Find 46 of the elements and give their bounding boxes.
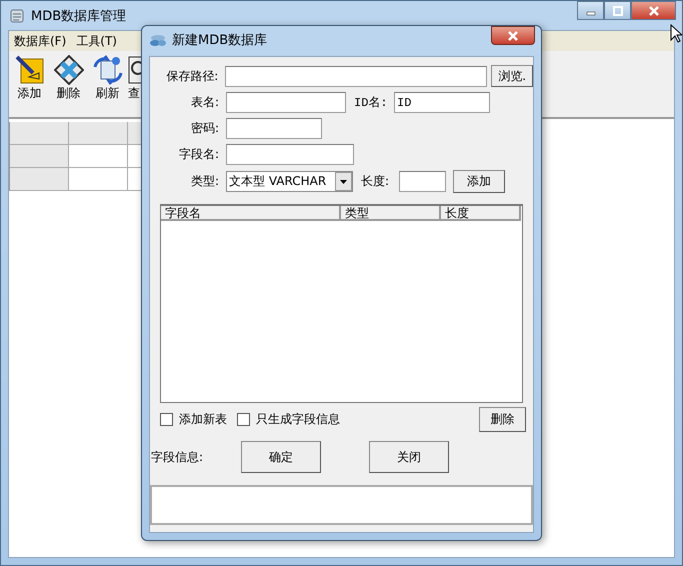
menu-item[interactable]: 数据库(F) (12, 32, 68, 50)
column-header[interactable]: 字段名 (161, 206, 341, 221)
delete-button[interactable]: 删除 (479, 407, 526, 432)
dialog-title: 新建MDB数据库 (172, 32, 268, 48)
input-field[interactable] (226, 92, 346, 113)
toolbar-button[interactable]: 删除 (50, 55, 87, 102)
minimize-button[interactable] (577, 1, 604, 20)
checkbox[interactable]: 只生成字段信息 (237, 411, 340, 428)
close-button[interactable] (491, 26, 535, 45)
close-button[interactable]: 关闭 (369, 441, 450, 473)
field-label: 类型: (190, 173, 219, 190)
diamond-icon (54, 55, 84, 85)
type-dropdown[interactable]: 文本型 VARCHAR (226, 171, 353, 192)
window-title: MDB数据库管理 (31, 8, 126, 24)
maximize-icon (612, 6, 622, 16)
field-label: 字段信息: (150, 448, 204, 466)
input-field[interactable] (225, 66, 488, 86)
column-header[interactable]: 类型 (341, 206, 441, 221)
magnifier-icon (128, 55, 142, 85)
input-field[interactable] (226, 144, 354, 165)
add-button[interactable]: 添加 (453, 170, 505, 193)
pen-icon (14, 55, 44, 85)
caret-icon (340, 180, 347, 184)
checkbox[interactable]: 添加新表 (160, 411, 227, 428)
field-label: 表名: (190, 94, 219, 111)
refresh-icon (92, 55, 122, 85)
input-field[interactable] (226, 118, 322, 139)
menu-item[interactable]: 工具(T) (74, 32, 119, 50)
input-field[interactable]: ID (394, 92, 490, 113)
close-icon (507, 30, 519, 40)
browse-button[interactable]: 浏览. (491, 65, 533, 87)
field-label: 字段名: (178, 146, 219, 163)
field-label: 长度: (361, 173, 390, 190)
column-header[interactable]: 长度 (441, 206, 521, 221)
maximize-button[interactable] (604, 1, 631, 20)
toolbar-button[interactable]: 添加 (11, 55, 48, 102)
field-label: ID名: (354, 95, 389, 111)
text-area[interactable] (150, 485, 533, 525)
close-button[interactable] (631, 1, 676, 20)
field-label: 密码: (190, 120, 219, 137)
field-list[interactable]: 字段名 类型 长度 (160, 204, 523, 403)
field-label: 保存路径: (165, 68, 218, 84)
input-field[interactable] (399, 171, 446, 192)
toolbar-button[interactable]: 刷新 (89, 55, 126, 102)
ok-button[interactable]: 确定 (241, 441, 322, 473)
close-icon (648, 6, 660, 16)
